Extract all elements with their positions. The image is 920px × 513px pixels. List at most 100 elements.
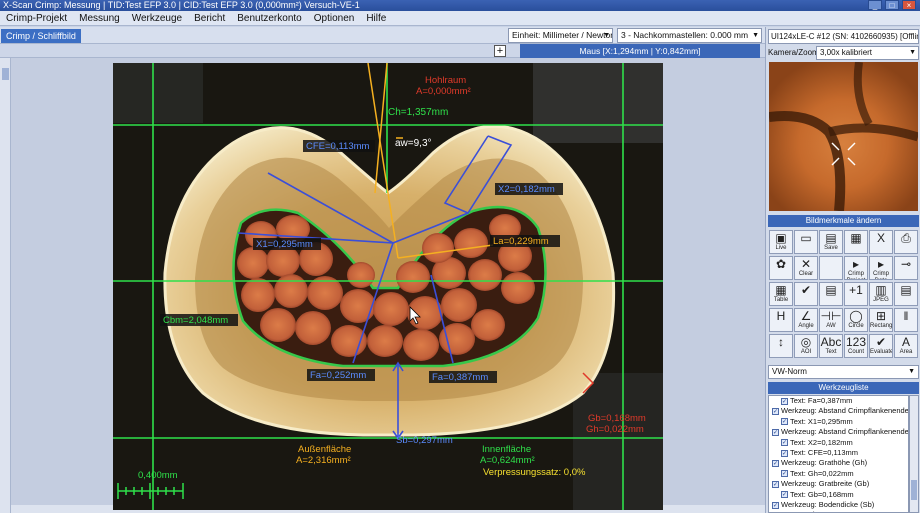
scrollbar-thumb[interactable]	[911, 480, 917, 500]
tool-list-item-text: Werkzeug: Grathöhe (Gh)	[781, 458, 868, 468]
menu-werkzeuge[interactable]: Werkzeuge	[126, 11, 188, 25]
camera-zoom-select[interactable]: 3,00x kalibriert ▼	[816, 45, 919, 60]
tool-button[interactable]: ⊸	[894, 256, 918, 280]
tool-button[interactable]: ▤ Save	[819, 230, 843, 254]
tool-button[interactable]: ▥ JPEG	[869, 282, 893, 306]
tool-button-label: Clear	[798, 271, 814, 277]
vertical-scrollbar[interactable]	[0, 58, 11, 513]
window-controls: _ □ ×	[868, 0, 916, 11]
strand	[454, 228, 488, 258]
checkbox-icon[interactable]: ✓	[772, 480, 779, 488]
tool-button[interactable]: +1	[844, 282, 868, 306]
tool-list-item[interactable]: ✓ Text: X2=0,182mm	[769, 438, 908, 448]
checkbox-icon[interactable]: ✓	[781, 439, 788, 447]
tool-button[interactable]: 123 Count	[844, 334, 868, 358]
checkbox-icon[interactable]: ✓	[781, 470, 788, 478]
checkbox-icon[interactable]: ✓	[781, 397, 788, 405]
tool-list-scrollbar[interactable]	[909, 395, 919, 513]
strand	[260, 308, 296, 342]
checkbox-icon[interactable]: ✓	[772, 408, 779, 416]
tool-button[interactable]: ⊞Rectangle	[869, 308, 893, 332]
tool-list-item-text: Text: CFE=0,113mm	[790, 447, 859, 457]
tool-button[interactable]: ✔ Evaluate	[869, 334, 893, 358]
tool-list-item[interactable]: ✓ Werkzeug: Abstand Crimpflankenende	[769, 427, 908, 437]
tool-button[interactable]: ✿	[769, 256, 793, 280]
tool-list-item-text: Werkzeug: Abstand Crimpflankenende	[781, 427, 909, 437]
camera-select[interactable]: UI124xLE-C #12 (SN: 4102660935) [Offline…	[768, 29, 919, 44]
add-icon[interactable]: +	[494, 45, 506, 57]
checkbox-icon[interactable]: ✓	[772, 428, 779, 436]
tool-list-item[interactable]: ✓ Text: Fa=0,387mm	[769, 396, 908, 406]
menu-benutzerkonto[interactable]: Benutzerkonto	[231, 11, 308, 25]
scrollbar-thumb[interactable]	[2, 68, 9, 80]
decimals-select[interactable]: 3 - Nachkommastellen: 0.000 mm ▼	[617, 28, 762, 43]
label-sb: Sb=0,297mm	[396, 435, 453, 446]
tool-button[interactable]: ∠ Angle	[794, 308, 818, 332]
checkbox-icon[interactable]: ✓	[772, 460, 779, 468]
tool-button-label: AOI	[800, 349, 812, 355]
tool-button[interactable]: ▦ Table	[769, 282, 793, 306]
tool-list-item[interactable]: ✓ Werkzeug: Abstand Crimpflankenende	[769, 406, 908, 416]
menu-bericht[interactable]: Bericht	[188, 11, 231, 25]
tool-button[interactable]: H	[769, 308, 793, 332]
tool-button-label: Table	[773, 297, 789, 303]
tool-list-item[interactable]: ✓ Werkzeug: Bodendicke (Sb)	[769, 500, 908, 510]
tool-button[interactable]: ◎ AOI	[794, 334, 818, 358]
minimize-button[interactable]: _	[868, 0, 882, 10]
tool-list-item-text: Text: Gb=0,168mm	[790, 489, 854, 499]
menu-messung[interactable]: Messung	[73, 11, 126, 25]
norm-select[interactable]: VW-Norm ▼	[768, 365, 919, 379]
tool-button[interactable]: Abc Text	[819, 334, 843, 358]
tool-button[interactable]: ↕	[769, 334, 793, 358]
cross-section-image[interactable]: Hohlraum A=0,000mm² Ch=1,357mm CFE=0,113…	[113, 63, 663, 510]
tool-button[interactable]: ▸Crimp Project	[844, 256, 868, 280]
strand	[274, 274, 308, 308]
tool-button[interactable]	[819, 256, 843, 280]
bildmerkmale-header[interactable]: Bildmerkmale ändern	[768, 215, 919, 227]
camera-live-thumbnail[interactable]	[769, 62, 918, 211]
tab-crimp-schliffbild[interactable]: Crimp / Schliffbild	[1, 29, 81, 43]
checkbox-icon[interactable]: ✓	[781, 418, 788, 426]
tool-button-label: Crimp Project	[847, 271, 866, 279]
tool-button[interactable]: ▭	[794, 230, 818, 254]
tool-button-icon: ✿	[775, 257, 787, 271]
thumbnail-strand-boundary	[827, 123, 918, 142]
tool-button[interactable]: ✔	[794, 282, 818, 306]
label-x2: X2=0,182mm	[498, 184, 555, 195]
tool-button[interactable]: A Area	[894, 334, 918, 358]
tool-button[interactable]: ⎙	[894, 230, 918, 254]
tool-button[interactable]: ✕ Clear	[794, 256, 818, 280]
label-cbm: Cbm=2,048mm	[163, 315, 228, 326]
tool-list-item[interactable]: ✓ Werkzeug: Grathöhe (Gh)	[769, 458, 908, 468]
tool-list-item[interactable]: ✓ Werkzeug: Gratbreite (Gb)	[769, 479, 908, 489]
menu-hilfe[interactable]: Hilfe	[360, 11, 392, 25]
label-aw: aw=9,3°	[395, 138, 432, 149]
tool-button-icon: ▣	[775, 231, 787, 245]
tool-button[interactable]: ▦	[844, 230, 868, 254]
tool-list-item[interactable]: ✓ Text: Gb=0,168mm	[769, 490, 908, 500]
tool-button[interactable]: ▤	[819, 282, 843, 306]
tool-list-item[interactable]: ✓ Text: CFE=0,113mm	[769, 448, 908, 458]
tool-list-item[interactable]: ✓ Text: X1=0,295mm	[769, 417, 908, 427]
close-button[interactable]: ×	[902, 0, 916, 10]
tool-button[interactable]: ▣ Live	[769, 230, 793, 254]
checkbox-icon[interactable]: ✓	[772, 501, 779, 509]
menu-optionen[interactable]: Optionen	[308, 11, 361, 25]
menu-crimp-projekt[interactable]: Crimp-Projekt	[0, 11, 73, 25]
checkbox-icon[interactable]: ✓	[781, 449, 788, 457]
tool-button[interactable]: ◯ Circle	[844, 308, 868, 332]
tool-button[interactable]: X	[869, 230, 893, 254]
maximize-button[interactable]: □	[885, 0, 899, 10]
checkbox-icon[interactable]: ✓	[781, 491, 788, 499]
tool-button-icon: H	[776, 309, 786, 323]
units-select[interactable]: Einheit: Millimeter / Newton ▼	[508, 28, 613, 43]
tool-list-item[interactable]: ✓ Text: Gh=0,022mm	[769, 469, 908, 479]
tool-button[interactable]: ⊣⊢ AW	[819, 308, 843, 332]
tool-button[interactable]: ▸Crimp Data	[869, 256, 893, 280]
tool-button-icon: ▦	[775, 283, 787, 297]
tool-button[interactable]: ‖	[894, 308, 918, 332]
thumbnail-strand-boundary	[853, 62, 873, 126]
tool-button[interactable]: ▤	[894, 282, 918, 306]
strand	[373, 292, 409, 326]
tool-button-icon: ▸	[852, 257, 860, 271]
